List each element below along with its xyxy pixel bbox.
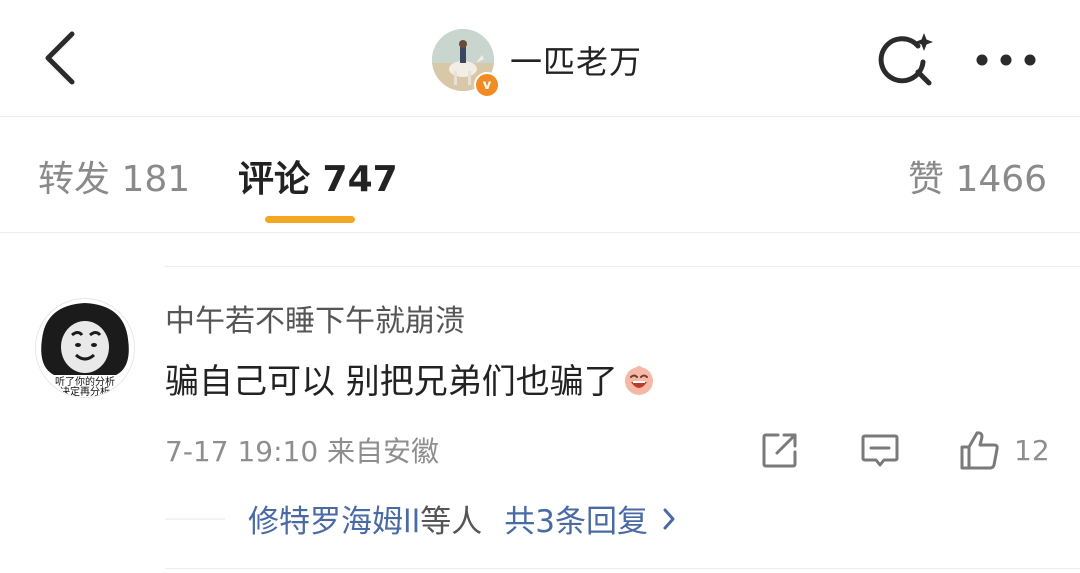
more-button[interactable] <box>970 28 1042 92</box>
view-replies-link[interactable]: 修特罗海姆ll 等人 共3条回复 <box>248 496 676 541</box>
active-tab-indicator <box>265 216 355 223</box>
tabs-divider <box>0 232 1080 233</box>
avatar-caption-2: 决定再分析 <box>60 385 110 397</box>
profile-title[interactable]: 一匹老万 <box>432 28 642 92</box>
comment-username[interactable]: 中午若不睡下午就崩溃 <box>165 296 465 340</box>
verified-badge-icon: v <box>474 72 500 98</box>
thumbs-up-icon <box>960 431 999 470</box>
like-button[interactable]: 12 <box>958 428 1050 472</box>
comment-text-content: 骗自己可以 别把兄弟们也骗了 <box>165 362 618 402</box>
comment-text: 骗自己可以 别把兄弟们也骗了 <box>165 354 656 403</box>
comment-top-divider <box>165 266 1080 267</box>
like-count: 12 <box>1014 433 1050 467</box>
search-sparkle-icon <box>878 33 933 86</box>
tab-reposts[interactable]: 转发 181 <box>38 150 190 202</box>
header-divider <box>0 116 1080 117</box>
more-dots-icon <box>976 54 1036 66</box>
reply-users[interactable]: 修特罗海姆ll <box>248 496 420 541</box>
comment-bottom-divider <box>165 568 1080 569</box>
chevron-right-icon <box>662 507 676 531</box>
comment-icon <box>861 434 899 467</box>
reply-button[interactable] <box>860 428 900 472</box>
tab-likes[interactable]: 赞 1466 <box>908 150 1047 202</box>
share-button[interactable] <box>760 428 800 472</box>
reply-etc: 等人 <box>420 504 483 540</box>
tab-comments[interactable]: 评论 747 <box>238 150 398 202</box>
share-icon <box>762 433 797 468</box>
search-button[interactable] <box>874 28 938 92</box>
back-arrow-icon <box>45 31 75 85</box>
reply-total[interactable]: 共3条回复 <box>504 496 648 541</box>
decorative-line <box>165 518 225 520</box>
back-button[interactable] <box>30 26 90 90</box>
page-title: 一匹老万 <box>510 43 643 81</box>
laughing-emoji-icon <box>624 365 653 395</box>
commenter-avatar[interactable]: 听了你的分析 决定再分析 <box>35 298 135 398</box>
comment-meta: 7-17 19:10 来自安徽 <box>165 435 440 468</box>
